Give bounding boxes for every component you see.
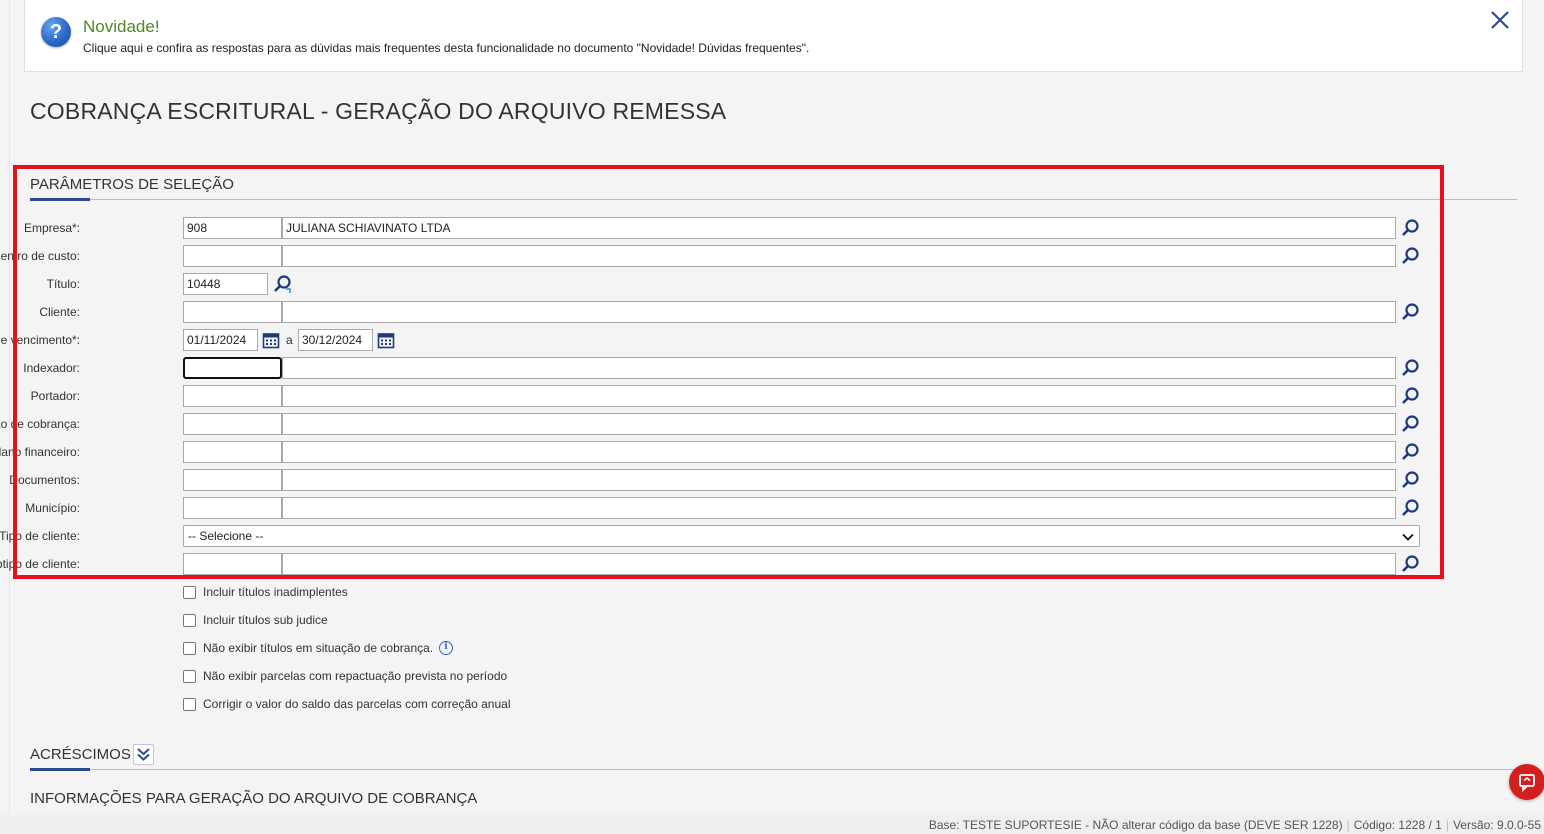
row-subtipo: Subtipo de cliente: bbox=[0, 553, 1440, 575]
checkbox-label: Incluir títulos sub judice bbox=[203, 613, 328, 627]
footer-base: Base: TESTE SUPORTESIE - NÃO alterar cód… bbox=[928, 818, 1343, 832]
row-municipio: Município: bbox=[0, 497, 1440, 519]
periodo-label: Período de vencimento*: bbox=[0, 333, 80, 347]
cliente-code-input[interactable] bbox=[183, 301, 282, 323]
close-icon[interactable] bbox=[1488, 8, 1512, 32]
search-icon[interactable] bbox=[1400, 470, 1420, 490]
plano-code-input[interactable] bbox=[183, 441, 282, 463]
documentos-label: Documentos: bbox=[9, 473, 80, 487]
section-params-header: PARÂMETROS DE SELEÇÃO bbox=[30, 174, 1517, 201]
calendar-icon[interactable] bbox=[377, 331, 395, 349]
checkbox[interactable] bbox=[183, 614, 196, 627]
titulo-label: Título: bbox=[46, 277, 80, 291]
portador-label: Portador: bbox=[30, 389, 80, 403]
portador-desc-input[interactable] bbox=[282, 385, 1396, 407]
search-icon[interactable] bbox=[1400, 302, 1420, 322]
checkbox-label: Não exibir títulos em situação de cobran… bbox=[203, 641, 434, 655]
indexador-code-input[interactable] bbox=[183, 357, 282, 379]
empresa-code-input[interactable]: 908 bbox=[183, 217, 282, 239]
search-icon[interactable] bbox=[1400, 554, 1420, 574]
checkbox[interactable] bbox=[183, 642, 196, 655]
notice-text[interactable]: Clique aqui e confira as respostas para … bbox=[83, 41, 809, 55]
question-icon: ? bbox=[41, 17, 71, 47]
empresa-label: Empresa*: bbox=[23, 221, 80, 235]
checkbox[interactable] bbox=[183, 698, 196, 711]
centro-custo-label: Centro de custo: bbox=[0, 249, 80, 263]
search-icon[interactable] bbox=[1400, 498, 1420, 518]
notice-title: Novidade! bbox=[83, 17, 160, 36]
indexador-desc-input[interactable] bbox=[282, 357, 1396, 379]
row-periodo: Período de vencimento*: 01/11/2024 a 30/… bbox=[0, 329, 1440, 351]
operacao-code-input[interactable] bbox=[183, 413, 282, 435]
row-operacao: Operação de cobrança: bbox=[0, 413, 1440, 435]
checkbox-label: Corrigir o valor do saldo das parcelas c… bbox=[203, 697, 511, 711]
row-plano: Plano financeiro: bbox=[0, 441, 1440, 463]
chat-button[interactable] bbox=[1509, 764, 1544, 800]
municipio-desc-input[interactable] bbox=[282, 497, 1396, 519]
tipo-cliente-select[interactable]: -- Selecione -- bbox=[183, 525, 1420, 547]
subtipo-label: Subtipo de cliente: bbox=[0, 557, 80, 571]
chevron-down-icon bbox=[1402, 533, 1414, 541]
footer-versao: Versão: 9.0.0-55 bbox=[1452, 818, 1541, 832]
section-acrescimos-header: ACRÉSCIMOS bbox=[30, 744, 1517, 771]
municipio-code-input[interactable] bbox=[183, 497, 282, 519]
search-refresh-icon[interactable] bbox=[272, 274, 292, 294]
search-icon[interactable] bbox=[1400, 218, 1420, 238]
search-icon[interactable] bbox=[1400, 414, 1420, 434]
periodo-from-input[interactable]: 01/11/2024 bbox=[183, 329, 258, 351]
tipo-cliente-label: Tipo de cliente: bbox=[0, 529, 80, 543]
section-params-title: PARÂMETROS DE SELEÇÃO bbox=[30, 176, 234, 193]
subtipo-code-input[interactable] bbox=[183, 553, 282, 575]
status-footer: Base: TESTE SUPORTESIE - NÃO alterar cód… bbox=[0, 815, 1544, 834]
checkbox[interactable] bbox=[183, 586, 196, 599]
expand-button[interactable] bbox=[133, 744, 154, 765]
empresa-desc-input[interactable]: JULIANA SCHIAVINATO LTDA bbox=[282, 217, 1396, 239]
page-title: COBRANÇA ESCRITURAL - GERAÇÃO DO ARQUIVO… bbox=[30, 98, 727, 124]
footer-codigo: Código: 1228 / 1 bbox=[1353, 818, 1442, 832]
section-underline bbox=[30, 198, 90, 201]
row-indexador: Indexador: bbox=[0, 357, 1440, 379]
section-info-title: INFORMAÇÕES PARA GERAÇÃO DO ARQUIVO DE C… bbox=[30, 790, 478, 807]
cliente-desc-input[interactable] bbox=[282, 301, 1396, 323]
row-portador: Portador: bbox=[0, 385, 1440, 407]
search-icon[interactable] bbox=[1400, 358, 1420, 378]
portador-code-input[interactable] bbox=[183, 385, 282, 407]
titulo-input[interactable]: 10448 bbox=[183, 273, 268, 295]
cliente-label: Cliente: bbox=[39, 305, 80, 319]
info-icon[interactable]: i bbox=[439, 641, 453, 655]
indexador-label: Indexador: bbox=[23, 361, 80, 375]
search-icon[interactable] bbox=[1400, 386, 1420, 406]
calendar-icon[interactable] bbox=[262, 331, 280, 349]
periodo-to-input[interactable]: 30/12/2024 bbox=[298, 329, 373, 351]
subtipo-desc-input[interactable] bbox=[282, 553, 1396, 575]
row-tipo-cliente: Tipo de cliente: -- Selecione -- bbox=[0, 525, 1440, 547]
municipio-label: Município: bbox=[25, 501, 80, 515]
centro-custo-desc-input[interactable] bbox=[282, 245, 1396, 267]
plano-label: Plano financeiro: bbox=[0, 445, 80, 459]
documentos-code-input[interactable] bbox=[183, 469, 282, 491]
documentos-desc-input[interactable] bbox=[282, 469, 1396, 491]
section-underline bbox=[30, 768, 90, 771]
checkbox-label: Incluir títulos inadimplentes bbox=[203, 585, 348, 599]
search-icon[interactable] bbox=[1400, 246, 1420, 266]
double-chevron-down-icon bbox=[137, 748, 150, 761]
row-titulo: Título: 10448 bbox=[0, 273, 1440, 295]
periodo-separator: a bbox=[286, 333, 293, 347]
notice-banner[interactable]: ? Novidade! Clique aqui e confira as res… bbox=[24, 0, 1523, 72]
chat-icon bbox=[1519, 774, 1535, 793]
centro-custo-code-input[interactable] bbox=[183, 245, 282, 267]
operacao-label: Operação de cobrança: bbox=[0, 417, 80, 431]
operacao-desc-input[interactable] bbox=[282, 413, 1396, 435]
section-acrescimos-title: ACRÉSCIMOS bbox=[30, 746, 131, 763]
row-centro-custo: Centro de custo: bbox=[0, 245, 1440, 267]
plano-desc-input[interactable] bbox=[282, 441, 1396, 463]
checkbox-label: Não exibir parcelas com repactuação prev… bbox=[203, 669, 508, 683]
tipo-cliente-selected: -- Selecione -- bbox=[188, 529, 264, 543]
row-documentos: Documentos: bbox=[0, 469, 1440, 491]
row-empresa: Empresa*: 908 JULIANA SCHIAVINATO LTDA bbox=[0, 217, 1440, 239]
row-cliente: Cliente: bbox=[0, 301, 1440, 323]
search-icon[interactable] bbox=[1400, 442, 1420, 462]
checkbox[interactable] bbox=[183, 670, 196, 683]
